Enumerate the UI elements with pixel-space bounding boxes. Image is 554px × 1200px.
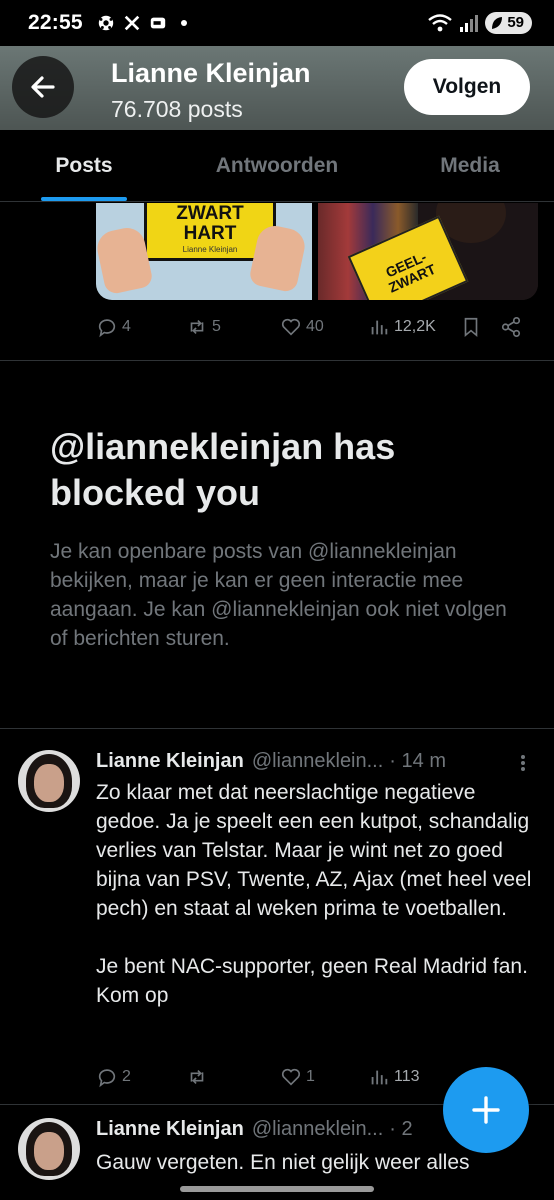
media-image-book-person[interactable]: GEEL- ZWART bbox=[318, 203, 538, 300]
views-count: 12,2K bbox=[394, 318, 436, 335]
tweet-header: Lianne Kleinjan @lianneklein... · 2 bbox=[96, 1118, 413, 1141]
repost-icon bbox=[190, 1069, 204, 1085]
post-media[interactable]: ZWART HART Lianne Kleinjan GEEL- ZWART bbox=[96, 203, 538, 300]
repost-action[interactable]: 5 bbox=[186, 316, 221, 338]
reply-action[interactable]: 2 bbox=[96, 1066, 131, 1088]
signal-icon bbox=[460, 15, 479, 32]
soccer-icon bbox=[98, 15, 113, 31]
views-icon bbox=[371, 1070, 388, 1085]
bookmark-icon bbox=[464, 317, 478, 338]
avatar[interactable] bbox=[18, 750, 80, 812]
media-image-book-hands[interactable]: ZWART HART Lianne Kleinjan bbox=[96, 203, 312, 300]
like-count: 1 bbox=[306, 1068, 315, 1085]
arrow-left-icon bbox=[31, 76, 55, 98]
reply-icon bbox=[98, 1069, 116, 1088]
repost-icon bbox=[190, 319, 204, 335]
follow-button[interactable]: Volgen bbox=[404, 59, 530, 115]
tweet-author-handle[interactable]: @lianneklein... bbox=[252, 750, 383, 773]
reply-icon bbox=[98, 319, 116, 338]
home-indicator[interactable] bbox=[180, 1186, 374, 1192]
views-action[interactable]: 113 bbox=[368, 1066, 420, 1088]
tweet-text: Zo klaar met dat neerslachtige negatieve… bbox=[96, 781, 532, 1007]
heart-icon bbox=[281, 318, 301, 336]
battery-leaf-icon bbox=[492, 17, 503, 29]
reply-count: 2 bbox=[122, 1068, 131, 1085]
tab-replies[interactable]: Antwoorden bbox=[168, 130, 386, 201]
avatar-face bbox=[34, 1132, 64, 1170]
profile-header: Lianne Kleinjan 76.708 posts Volgen bbox=[0, 46, 554, 130]
back-button[interactable] bbox=[12, 56, 74, 118]
status-time: 22:55 bbox=[28, 11, 83, 34]
tab-media[interactable]: Media bbox=[386, 130, 554, 201]
repost-action[interactable] bbox=[186, 1066, 212, 1088]
tweet-header: Lianne Kleinjan @lianneklein... · 14 m bbox=[96, 750, 446, 773]
compose-button[interactable] bbox=[443, 1067, 529, 1153]
blocked-title: @liannekleinjan has blocked you bbox=[50, 426, 396, 513]
post-actions: 4 5 40 12,2K bbox=[96, 314, 536, 342]
active-tab-indicator bbox=[41, 197, 127, 201]
share-action[interactable] bbox=[500, 316, 522, 338]
battery-level: 59 bbox=[507, 14, 524, 31]
chat-icon bbox=[150, 17, 165, 29]
profile-name: Lianne Kleinjan bbox=[111, 58, 311, 88]
battery-indicator: 59 bbox=[485, 12, 532, 34]
bookmark-action[interactable] bbox=[460, 316, 482, 338]
notification-dot bbox=[180, 20, 187, 26]
profile-tabs: Posts Antwoorden Media bbox=[0, 130, 554, 202]
status-bar: 22:55 59 bbox=[0, 0, 554, 46]
share-icon bbox=[501, 317, 521, 337]
tab-posts[interactable]: Posts bbox=[0, 130, 168, 201]
tab-media-label: Media bbox=[440, 153, 500, 177]
reply-count: 4 bbox=[122, 318, 131, 335]
tab-replies-label: Antwoorden bbox=[215, 153, 339, 177]
avatar-face bbox=[34, 764, 64, 802]
tweet-author-handle[interactable]: @lianneklein... bbox=[252, 1118, 383, 1141]
tweet-author-name[interactable]: Lianne Kleinjan bbox=[96, 750, 244, 773]
blocked-description: Je kan openbare posts van @liannekleinja… bbox=[50, 540, 507, 650]
avatar[interactable] bbox=[18, 1118, 80, 1180]
x-logo-icon bbox=[124, 15, 139, 31]
divider bbox=[0, 728, 554, 729]
post-count: 76.708 posts bbox=[111, 96, 243, 122]
views-action[interactable]: 12,2K bbox=[368, 316, 436, 338]
reply-action[interactable]: 4 bbox=[96, 316, 131, 338]
tweet-author-name[interactable]: Lianne Kleinjan bbox=[96, 1118, 244, 1141]
views-icon bbox=[371, 320, 388, 335]
book2-title: GEEL- ZWART bbox=[383, 248, 439, 296]
tweet-time[interactable]: · 14 m bbox=[389, 750, 446, 773]
views-count: 113 bbox=[394, 1068, 420, 1085]
divider bbox=[0, 360, 554, 361]
plus-icon bbox=[472, 1096, 500, 1124]
tweet-time[interactable]: · 2 bbox=[389, 1118, 412, 1141]
like-count: 40 bbox=[306, 318, 324, 335]
more-options-icon[interactable] bbox=[521, 753, 527, 773]
tweet-text: Gauw vergeten. En niet gelijk weer alles bbox=[96, 1151, 470, 1174]
heart-icon bbox=[281, 1068, 301, 1086]
repost-count: 5 bbox=[212, 318, 221, 335]
like-action[interactable]: 1 bbox=[280, 1066, 315, 1088]
like-action[interactable]: 40 bbox=[280, 316, 324, 338]
tab-posts-label: Posts bbox=[55, 153, 113, 177]
wifi-icon bbox=[428, 14, 453, 32]
book-title: ZWART HART bbox=[176, 203, 244, 244]
